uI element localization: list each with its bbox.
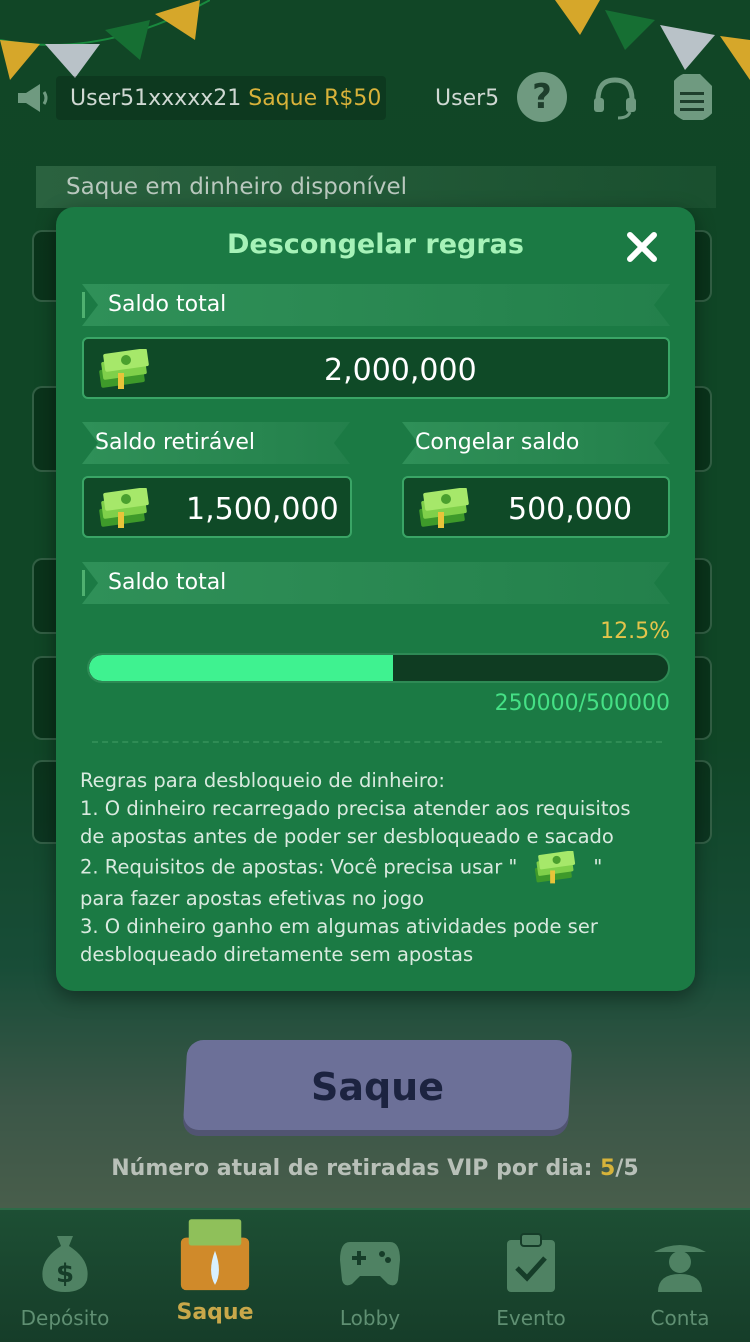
headset-icon[interactable] <box>590 72 640 122</box>
nav-label: Conta <box>650 1306 710 1330</box>
cash-stack-icon <box>99 349 149 389</box>
rules-heading: Regras para desbloqueio de dinheiro: <box>80 769 445 792</box>
rule-line: desbloqueado diretamente sem apostas <box>80 943 474 966</box>
bottom-nav: $ Depósito Saque Lobby Evento Conta <box>0 1208 750 1342</box>
frozen-balance-label-bar: Congelar saldo <box>402 422 670 464</box>
withdrawable-balance-value: 1,500,000 <box>186 492 339 527</box>
withdraw-chest-icon <box>180 1219 250 1291</box>
withdrawable-balance-label: Saldo retirável <box>95 430 256 455</box>
frozen-balance-value: 500,000 <box>508 492 633 527</box>
person-hat-icon <box>654 1245 706 1292</box>
total-balance-value: 2,000,000 <box>324 353 477 388</box>
withdraw-button-label: Saque <box>310 1065 445 1109</box>
unlock-progress-bar <box>87 653 670 683</box>
cash-stack-icon <box>535 851 576 884</box>
ticker-highlight: Saque R$50 <box>248 86 382 111</box>
unlock-progress-fill <box>89 655 393 681</box>
nav-label: Lobby <box>339 1306 401 1330</box>
progress-amount: 250000/500000 <box>494 691 670 716</box>
help-icon[interactable]: ? <box>517 72 567 122</box>
rule-line: de apostas antes de poder ser desbloquea… <box>80 825 614 848</box>
nav-label: Evento <box>496 1306 566 1330</box>
dialog-title: Descongelar regras <box>227 229 524 260</box>
announcement-icon[interactable] <box>14 80 50 116</box>
ticker-user: User51xxxxx21 <box>70 86 242 111</box>
frozen-balance-box: 500,000 <box>402 476 670 538</box>
document-icon[interactable] <box>668 72 718 122</box>
withdrawable-balance-box: 1,500,000 <box>82 476 352 538</box>
gamepad-icon <box>340 1242 400 1286</box>
cash-stack-icon <box>419 488 469 528</box>
svg-text:$: $ <box>56 1259 74 1289</box>
cash-stack-icon <box>99 488 149 528</box>
withdrawable-balance-label-bar: Saldo retirável <box>82 422 350 464</box>
frozen-balance-label: Congelar saldo <box>415 430 580 455</box>
rule-line-with-icon: 2. Requisitos de apostas: Você precisa u… <box>80 851 680 885</box>
progress-label: Saldo total <box>108 570 227 595</box>
total-balance-label-bar: Saldo total <box>82 284 670 326</box>
total-balance-label: Saldo total <box>108 292 227 317</box>
vip-withdrawals-info: Número atual de retiradas VIP por dia: 5… <box>0 1156 750 1181</box>
nav-item-saque[interactable]: Saque <box>150 1210 280 1342</box>
money-bag-icon: $ <box>42 1236 88 1292</box>
total-balance-box: 2,000,000 <box>82 337 670 399</box>
clipboard-check-icon <box>507 1233 555 1292</box>
divider <box>92 741 662 743</box>
progress-label-bar: Saldo total <box>82 562 670 604</box>
vip-withdrawals-current: 5 <box>600 1156 616 1181</box>
nav-label: Saque <box>176 1300 254 1325</box>
vip-withdrawals-label: Número atual de retiradas VIP por dia: <box>111 1156 601 1181</box>
nav-label: Depósito <box>20 1306 110 1330</box>
rule-text: " <box>593 855 603 879</box>
vip-withdrawals-total: 5 <box>623 1156 639 1181</box>
top-bar: User51xxxxx21 Saque R$50 User5 ? <box>0 72 750 128</box>
close-icon[interactable] <box>622 227 662 267</box>
nav-item-evento[interactable]: Evento <box>466 1210 596 1342</box>
nav-item-conta[interactable]: Conta <box>615 1210 745 1342</box>
progress-percent: 12.5% <box>600 619 670 644</box>
unfreeze-rules-dialog: Descongelar regras Saldo total 2,000,000… <box>56 207 695 991</box>
unlock-rules: Regras para desbloqueio de dinheiro: 1. … <box>80 767 680 969</box>
available-cash-label: Saque em dinheiro disponível <box>66 174 407 200</box>
ticker-user-next: User5 <box>435 86 500 111</box>
rule-line: 1. O dinheiro recarregado precisa atende… <box>80 797 631 820</box>
rule-line: 3. O dinheiro ganho em algumas atividade… <box>80 915 598 938</box>
rule-text: 2. Requisitos de apostas: Você precisa u… <box>80 855 518 879</box>
nav-item-deposito[interactable]: $ Depósito <box>0 1210 130 1342</box>
ticker-message: User51xxxxx21 Saque R$50 <box>70 86 381 111</box>
nav-item-lobby[interactable]: Lobby <box>305 1210 435 1342</box>
rule-line: para fazer apostas efetivas no jogo <box>80 887 425 910</box>
